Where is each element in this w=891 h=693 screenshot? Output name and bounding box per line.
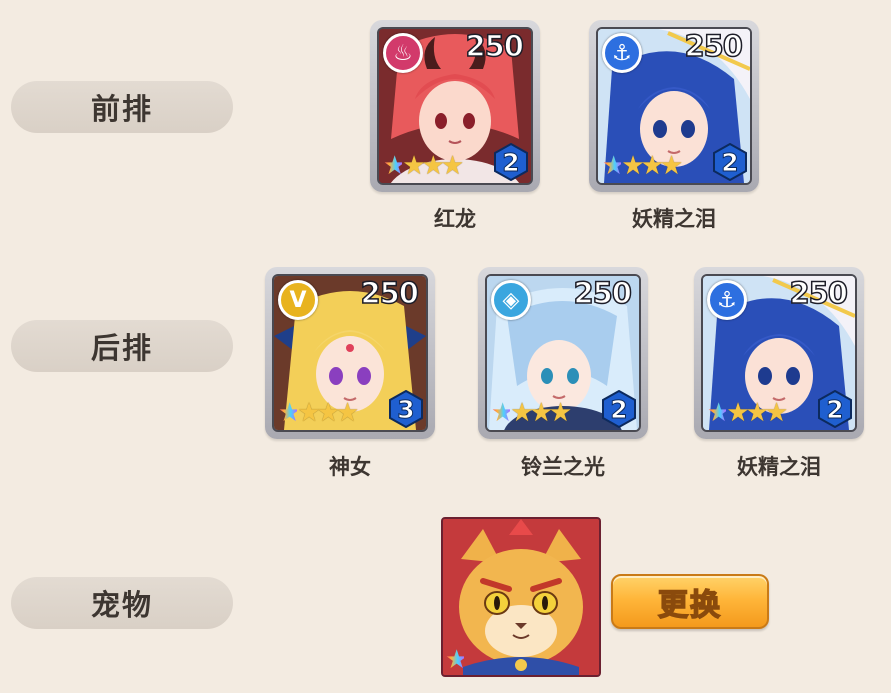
gold-stars-icon: ★★★ — [726, 398, 788, 428]
back-row-label: 后排 — [11, 320, 233, 372]
rainbow-star-icon: ★ — [383, 151, 406, 181]
swap-pet-button[interactable]: 更换 — [611, 574, 769, 629]
hero-power: 250 — [684, 29, 744, 64]
hero-power: 250 — [573, 276, 633, 311]
rainbow-star-icon: ★ — [707, 398, 730, 428]
gold-stars-icon: ★★★ — [621, 151, 683, 181]
hero-level-badge: 2 — [712, 143, 748, 181]
hero-card-lily-light[interactable]: ◈ 250 ★★★★ 2 — [478, 267, 648, 439]
hero-portrait: ⚓ 250 ★★★★ 2 — [596, 27, 752, 185]
pet-row-label: 宠物 — [11, 577, 233, 629]
hero-portrait: ◈ 250 ★★★★ 2 — [485, 274, 641, 432]
rainbow-star-icon: ★ — [278, 398, 301, 428]
hero-stars: ★★★★ — [707, 398, 788, 428]
pet-stars: ★ — [445, 645, 468, 675]
hero-level-badge: 2 — [601, 390, 637, 428]
rainbow-star-icon: ★ — [491, 398, 514, 428]
hero-level-badge: 2 — [817, 390, 853, 428]
rainbow-star-icon: ★ — [445, 645, 468, 675]
cat-pet-portrait-art — [443, 519, 599, 675]
gold-stars-icon: ★★★ — [297, 398, 359, 428]
hero-level-badge: 3 — [388, 390, 424, 428]
hero-card-red-dragon[interactable]: ♨ 250 ★★★★ 2 — [370, 20, 540, 192]
flame-crest-icon: ♨ — [383, 33, 423, 73]
pet-card[interactable]: ★ — [441, 517, 601, 677]
hero-stars: ★★★★ — [278, 398, 359, 428]
hero-power: 250 — [360, 276, 420, 311]
diamond-crest-icon: ◈ — [491, 280, 531, 320]
hero-name: 铃兰之光 — [521, 455, 605, 479]
anchor-icon: ⚓ — [707, 280, 747, 320]
hero-stars: ★★★★ — [602, 151, 683, 181]
hero-portrait: ♨ 250 ★★★★ 2 — [377, 27, 533, 185]
gold-stars-icon: ★★★ — [402, 151, 464, 181]
hero-power: 250 — [465, 29, 525, 64]
hero-portrait: V 250 ★★★★ 3 — [272, 274, 428, 432]
rainbow-star-icon: ★ — [602, 151, 625, 181]
hero-name: 红龙 — [434, 207, 476, 231]
hero-power: 250 — [789, 276, 849, 311]
front-row-label: 前排 — [11, 81, 233, 133]
wing-crest-icon: V — [278, 280, 318, 320]
gold-stars-icon: ★★★ — [510, 398, 572, 428]
hero-level-badge: 2 — [493, 143, 529, 181]
hero-stars: ★★★★ — [383, 151, 464, 181]
hero-stars: ★★★★ — [491, 398, 572, 428]
hero-card-fairy-tear[interactable]: ⚓ 250 ★★★★ 2 — [589, 20, 759, 192]
hero-card-fairy-tear[interactable]: ⚓ 250 ★★★★ 2 — [694, 267, 864, 439]
hero-card-goddess[interactable]: V 250 ★★★★ 3 — [265, 267, 435, 439]
hero-name: 神女 — [329, 455, 371, 479]
hero-name: 妖精之泪 — [632, 207, 716, 231]
hero-name: 妖精之泪 — [737, 455, 821, 479]
hero-portrait: ⚓ 250 ★★★★ 2 — [701, 274, 857, 432]
anchor-icon: ⚓ — [602, 33, 642, 73]
